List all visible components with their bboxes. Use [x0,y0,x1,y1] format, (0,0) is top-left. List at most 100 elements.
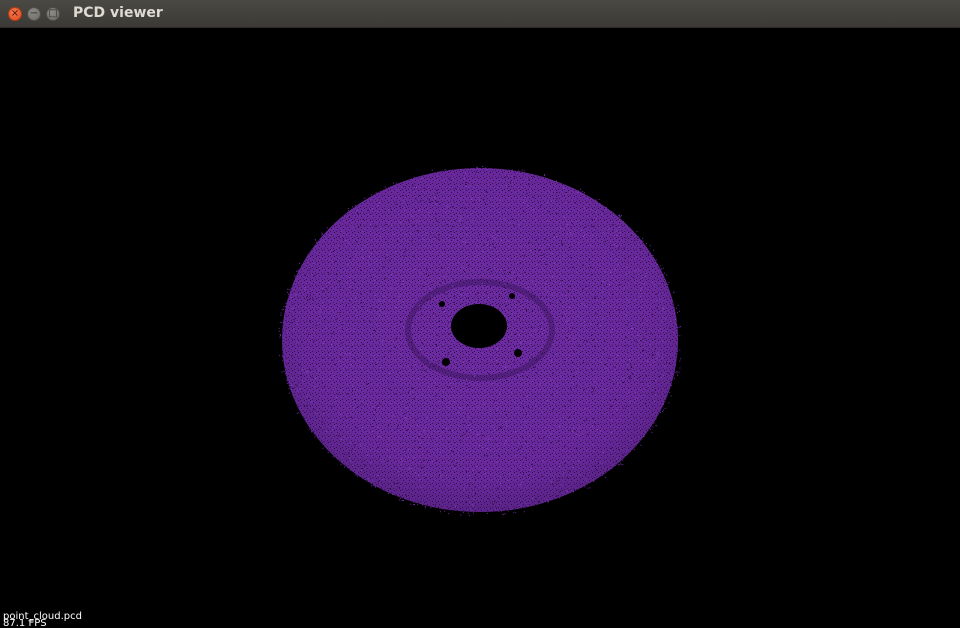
cloud-point [331,428,333,430]
cloud-point [322,290,324,292]
cloud-point [338,280,340,282]
cloud-point [405,498,407,499]
cloud-point [594,345,596,347]
cloud-point [411,334,413,336]
cloud-point [348,242,350,244]
cloud-point [308,428,310,430]
cloud-point [284,362,286,364]
minimize-button[interactable]: − [27,7,41,21]
cloud-point [399,222,401,224]
cloud-point [343,221,345,223]
cloud-point [314,430,316,432]
cloud-point [435,395,437,397]
cloud-point [643,436,645,437]
cloud-point [443,178,445,180]
cloud-point [431,295,433,297]
cloud-point [312,298,314,300]
cloud-point [606,284,607,286]
cloud-point [638,240,640,242]
cloud-point [631,373,633,375]
cloud-point [475,493,476,495]
point-cloud-viewport[interactable]: point_cloud.pcd 87.1 FPS [0,28,960,628]
cloud-point [429,201,430,203]
cloud-point [585,287,587,289]
cloud-point [593,478,595,480]
cloud-point [436,201,438,203]
cloud-point [378,269,380,271]
cloud-point [295,277,296,279]
cloud-point [471,168,473,170]
cloud-point [652,354,653,356]
cloud-point [399,282,401,283]
cloud-point [284,324,286,326]
point-cloud-render[interactable] [0,28,960,628]
cloud-point [496,461,498,463]
cloud-point [338,360,340,362]
cloud-point [479,199,481,201]
cloud-point [584,234,586,236]
cloud-point [602,474,604,476]
cloud-point [500,476,501,478]
cloud-point [609,399,611,401]
cloud-point [651,264,653,266]
cloud-point [415,418,417,420]
cloud-point [408,448,410,450]
cloud-point [339,281,341,283]
cloud-point [286,382,288,384]
cloud-point [461,207,463,209]
cloud-point [615,259,617,261]
cloud-point [431,282,433,284]
cloud-point [522,472,524,474]
cloud-point [664,279,666,281]
cloud-point [679,367,681,369]
cloud-point [533,209,534,211]
cloud-point [457,349,458,351]
cloud-point [641,390,643,392]
cloud-point [296,286,298,288]
cloud-point [544,498,545,500]
cloud-point [300,374,302,376]
cloud-point [465,186,467,187]
cloud-point [498,496,499,498]
cloud-point [425,473,427,475]
cloud-point [604,271,606,273]
cloud-point [315,412,317,414]
cloud-point [414,323,416,325]
cloud-point [378,456,380,458]
cloud-point [569,246,571,248]
cloud-point [515,267,516,269]
cloud-point [355,204,356,206]
cloud-point [669,292,671,294]
cloud-point [385,312,387,314]
cloud-point [491,236,493,238]
maximize-button[interactable]: □ [46,7,60,21]
close-button[interactable]: × [8,7,22,21]
cloud-point [569,336,571,338]
cloud-point [595,218,597,220]
cloud-point [328,448,330,450]
cloud-point [391,274,392,275]
cloud-point [344,466,345,468]
cloud-point [292,307,294,309]
cloud-point [487,244,489,246]
cloud-point [317,306,319,308]
cloud-point [654,348,656,350]
cloud-point [422,325,424,327]
cloud-point [471,198,473,200]
cloud-point [662,409,664,411]
cloud-point [556,327,558,329]
cloud-point [631,328,632,329]
cloud-point [485,203,486,205]
cloud-point [516,376,518,378]
cloud-point [426,451,428,453]
cloud-point [291,385,293,386]
cloud-point [538,330,540,332]
title-bar[interactable]: × − □ PCD viewer [0,0,960,28]
maximize-icon: □ [48,8,58,19]
cloud-point [626,324,628,326]
cloud-point [296,412,298,414]
cloud-point [611,431,613,433]
cloud-point [515,454,517,456]
cloud-point [281,371,283,373]
cloud-point [670,395,672,397]
